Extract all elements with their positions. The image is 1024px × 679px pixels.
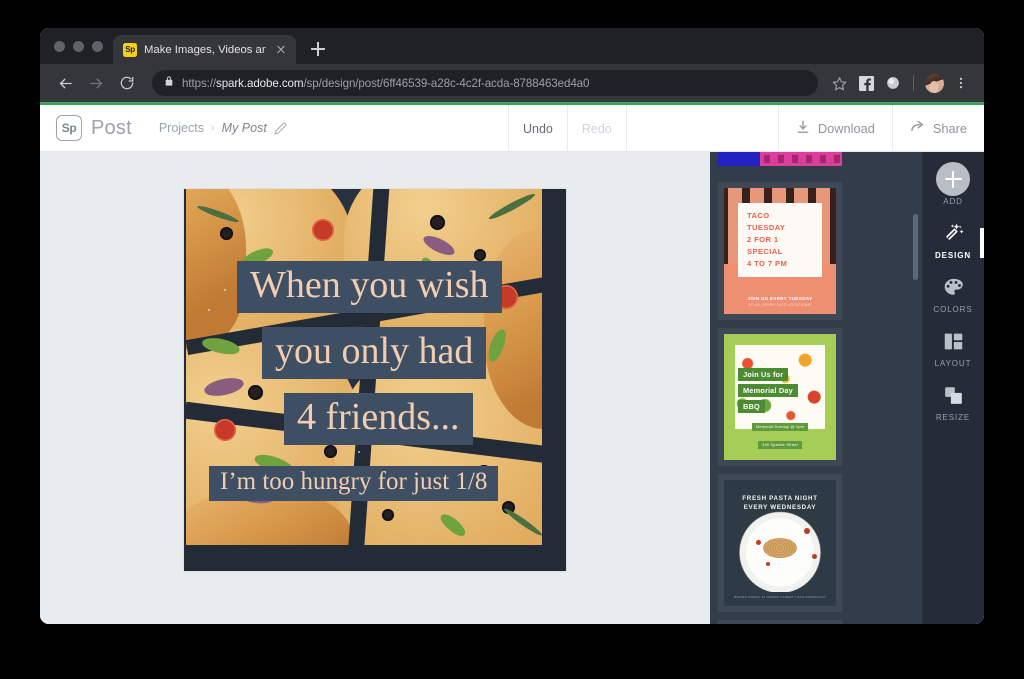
- tool-layout-label: LAYOUT: [935, 359, 972, 368]
- browser-toolbar: https://spark.adobe.com/sp/design/post/6…: [40, 64, 984, 102]
- share-button[interactable]: Share: [892, 105, 984, 152]
- redo-button[interactable]: Redo: [567, 105, 627, 152]
- url-path: /sp/design/post/6ff46539-a28c-4c2f-acda-…: [303, 77, 589, 90]
- minimize-window-button[interactable]: [73, 41, 84, 52]
- toolbar-divider: [913, 75, 914, 91]
- tool-resize-label: RESIZE: [936, 413, 970, 422]
- maximize-window-button[interactable]: [92, 41, 103, 52]
- app-header: Sp Post Projects › My Post Undo Redo: [40, 105, 984, 152]
- taco-text-card: TACO TUESDAY 2 FOR 1 SPECIAL 4 TO 7 PM: [738, 203, 822, 277]
- template-thumbnail-memorial-day-bbq[interactable]: Join Us for Memorial Day BBQ Memorial Su…: [718, 328, 842, 466]
- url-text: https://spark.adobe.com/sp/design/post/6…: [182, 77, 589, 90]
- template-list: TACO TUESDAY 2 FOR 1 SPECIAL 4 TO 7 PM J…: [710, 152, 922, 624]
- active-tool-indicator: [980, 228, 984, 258]
- forward-arrow-icon[interactable]: [82, 69, 110, 97]
- tool-colors-label: COLORS: [933, 305, 972, 314]
- download-label: Download: [818, 121, 875, 136]
- reload-icon[interactable]: [113, 69, 141, 97]
- tool-rail: ADD DESIGN COLORS: [922, 152, 984, 624]
- pasta-line-2: EVERY WEDNESDAY: [744, 504, 817, 511]
- download-icon: [796, 120, 810, 137]
- pencil-icon[interactable]: [274, 122, 287, 135]
- tool-colors[interactable]: COLORS: [922, 274, 984, 314]
- pasta-headline: FRESH PASTA NIGHT EVERY WEDNESDAY: [724, 494, 836, 512]
- post-canvas[interactable]: When you wish you only had 4 friends... …: [184, 189, 566, 571]
- tool-layout[interactable]: LAYOUT: [922, 328, 984, 368]
- resize-icon: [943, 382, 964, 408]
- taco-line-4: SPECIAL: [747, 246, 783, 258]
- bbq-footer: Memorial Sunday @ 1pm 345 Sparkle Street: [724, 415, 836, 451]
- header-actions: Download Share: [778, 105, 984, 152]
- taco-footer-line-2: AT ALL SPARK TACO LOCATIONS!: [724, 303, 836, 307]
- breadcrumb: Projects › My Post: [159, 121, 287, 135]
- spark-post-logo[interactable]: Sp Post: [40, 115, 132, 141]
- layout-grid-icon: [943, 328, 964, 354]
- new-tab-button[interactable]: [305, 36, 331, 62]
- bbq-footer-line-1: Memorial Sunday @ 1pm: [752, 423, 808, 431]
- browser-window: Sp Make Images, Videos and Web https://s…: [40, 28, 984, 624]
- profile-avatar[interactable]: [922, 71, 946, 95]
- tool-add[interactable]: ADD: [922, 166, 984, 206]
- facebook-extension-icon[interactable]: [854, 71, 878, 95]
- breadcrumb-separator: ›: [211, 122, 215, 134]
- taco-footer: JOIN US EVERY TUESDAY AT ALL SPARK TACO …: [724, 296, 836, 307]
- app-title: Post: [91, 117, 132, 140]
- three-dot-menu-icon[interactable]: [949, 71, 973, 95]
- pasta-line-1: FRESH PASTA NIGHT: [742, 495, 817, 502]
- address-bar[interactable]: https://spark.adobe.com/sp/design/post/6…: [152, 70, 818, 96]
- template-thumbnail-taco-tuesday[interactable]: TACO TUESDAY 2 FOR 1 SPECIAL 4 TO 7 PM J…: [718, 182, 842, 320]
- download-button[interactable]: Download: [778, 105, 892, 152]
- breadcrumb-projects-link[interactable]: Projects: [159, 121, 204, 135]
- plus-circle-icon: [936, 166, 970, 192]
- browser-tab[interactable]: Sp Make Images, Videos and Web: [113, 35, 296, 64]
- taco-footer-line-1: JOIN US EVERY TUESDAY: [724, 296, 836, 301]
- bbq-line-3: BBQ: [738, 400, 765, 413]
- canvas-text-line-4[interactable]: I’m too hungry for just 1/8: [209, 466, 498, 501]
- share-label: Share: [933, 121, 967, 136]
- bbq-footer-line-2: 345 Sparkle Street: [758, 441, 802, 449]
- spark-favicon: Sp: [123, 43, 137, 57]
- share-arrow-icon: [910, 119, 925, 137]
- star-icon[interactable]: [827, 71, 851, 95]
- tool-resize[interactable]: RESIZE: [922, 382, 984, 422]
- tool-design-label: DESIGN: [935, 251, 971, 260]
- tool-design[interactable]: DESIGN: [922, 220, 984, 260]
- extension-circle-icon[interactable]: [881, 71, 905, 95]
- bbq-line-1: Join Us for: [738, 368, 788, 381]
- template-scrollbar[interactable]: [913, 214, 918, 280]
- close-window-button[interactable]: [54, 41, 65, 52]
- window-controls[interactable]: [50, 28, 113, 64]
- magic-wand-icon: [941, 220, 965, 246]
- template-thumbnail-fresh-pasta-night[interactable]: FRESH PASTA NIGHT EVERY WEDNESDAY BISTRO…: [718, 474, 842, 612]
- taco-line-5: 4 TO 7 PM: [747, 258, 787, 270]
- bbq-line-2: Memorial Day: [738, 384, 798, 397]
- history-controls: Undo Redo: [508, 105, 627, 152]
- taco-line-2: TUESDAY: [747, 222, 785, 234]
- template-thumbnail-partial[interactable]: [718, 152, 842, 170]
- palette-icon: [942, 274, 965, 300]
- pizza-photo: [184, 189, 566, 571]
- canvas-text-line-1[interactable]: When you wish: [237, 261, 502, 313]
- tab-strip: Sp Make Images, Videos and Web: [40, 28, 984, 64]
- spark-logo-mark: Sp: [56, 115, 82, 141]
- back-arrow-icon[interactable]: [51, 69, 79, 97]
- pasta-footer-line-1: BISTRO ROMA | 12 GRAND STREET | SAN FRAN…: [724, 595, 836, 599]
- tab-title: Make Images, Videos and Web: [144, 44, 266, 56]
- app-body: When you wish you only had 4 friends... …: [40, 152, 984, 624]
- template-thumbnail-bottles-photo[interactable]: [718, 620, 842, 624]
- spark-post-app: Sp Post Projects › My Post Undo Redo: [40, 105, 984, 624]
- canvas-text-line-2[interactable]: you only had: [262, 327, 486, 379]
- lock-icon: [164, 74, 174, 92]
- canvas-workspace[interactable]: When you wish you only had 4 friends... …: [40, 152, 710, 624]
- taco-line-3: 2 FOR 1: [747, 234, 779, 246]
- url-host: spark.adobe.com: [216, 77, 303, 90]
- canvas-text-line-3[interactable]: 4 friends...: [284, 393, 473, 445]
- close-icon[interactable]: [273, 42, 288, 57]
- undo-button[interactable]: Undo: [508, 105, 567, 152]
- taco-line-1: TACO: [747, 210, 770, 222]
- partial-template-art: [718, 152, 842, 166]
- breadcrumb-current-title: My Post: [222, 121, 267, 135]
- template-panel[interactable]: TACO TUESDAY 2 FOR 1 SPECIAL 4 TO 7 PM J…: [710, 152, 922, 624]
- tool-add-label: ADD: [943, 197, 963, 206]
